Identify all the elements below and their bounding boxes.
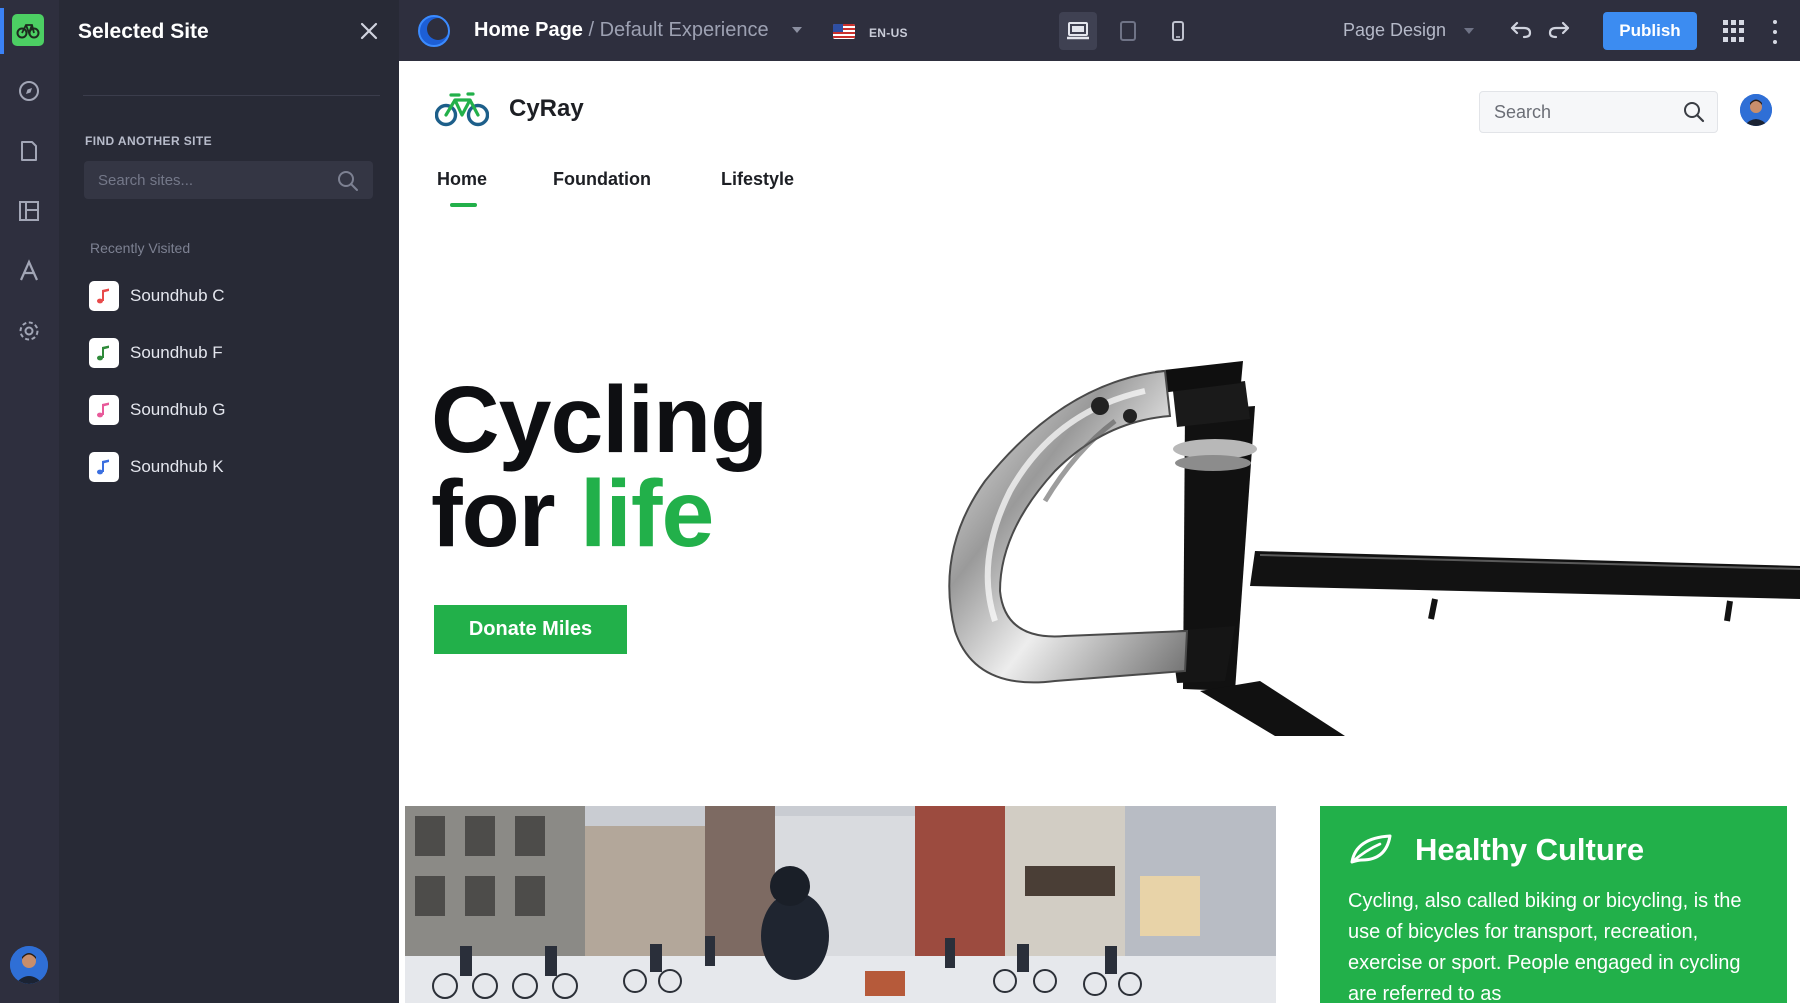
compass-icon[interactable] [14,76,44,106]
control-menu-toolbar: Home Page / Default Experience EN-US Pag… [399,0,1800,61]
close-icon[interactable] [355,17,383,45]
donate-miles-button[interactable]: Donate Miles [434,605,627,654]
nav-item-foundation[interactable]: Foundation [553,169,651,190]
site-item-soundhub-f[interactable]: Soundhub F [89,336,369,370]
site-selector-panel: Selected Site FIND ANOTHER SITE Recently… [59,0,399,1003]
user-avatar[interactable] [10,946,48,984]
page-title: Home Page [474,19,583,41]
active-nav-indicator [450,203,477,207]
site-item-label: Soundhub F [130,343,223,362]
site-item-soundhub-c[interactable]: Soundhub C [89,279,369,313]
street-cyclists-photo [405,806,1276,1003]
apps-grid-icon[interactable] [1723,20,1745,42]
site-item-label: Soundhub K [130,457,224,476]
card-title: Healthy Culture [1415,832,1645,867]
site-brand[interactable]: CyRay [435,89,584,129]
chevron-down-icon[interactable] [1464,28,1474,34]
site-user-avatar[interactable] [1740,94,1772,126]
desktop-preview-button[interactable] [1059,12,1097,50]
tablet-icon [1120,21,1136,41]
desktop-icon [1067,22,1089,40]
experience-selector[interactable]: Default Experience [600,19,769,41]
site-search-box [84,161,373,199]
mobile-preview-button[interactable] [1159,12,1197,50]
site-item-soundhub-k[interactable]: Soundhub K [89,450,369,484]
typography-icon[interactable] [14,256,44,286]
app-logo-icon[interactable] [417,14,451,48]
us-flag-icon[interactable] [833,24,855,39]
site-search-input[interactable] [84,161,324,199]
recently-visited-label: Recently Visited [90,240,191,256]
search-icon[interactable] [1683,101,1705,123]
search-icon[interactable] [337,170,359,192]
undo-icon[interactable] [1507,16,1535,44]
breadcrumb-separator: / [582,19,600,41]
music-note-icon [89,338,119,368]
brand-name: CyRay [509,95,584,122]
page-icon[interactable] [14,136,44,166]
hero-line-1: Cycling [431,367,768,473]
breadcrumb[interactable]: Home Page / Default Experience [474,19,769,42]
publish-button[interactable]: Publish [1603,12,1697,50]
site-search-input[interactable] [1480,92,1670,132]
site-item-soundhub-g[interactable]: Soundhub G [89,393,369,427]
panel-title: Selected Site [78,20,209,43]
site-item-label: Soundhub C [130,286,225,305]
chevron-down-icon[interactable] [792,27,802,33]
bicycle-icon [16,24,40,39]
site-logo-button[interactable] [12,14,44,46]
tablet-preview-button[interactable] [1109,12,1147,50]
redo-icon[interactable] [1545,16,1573,44]
more-options-icon[interactable] [1771,20,1779,44]
site-search-box [1479,91,1718,133]
hero-heading: Cycling for life [431,367,768,562]
layout-icon[interactable] [14,196,44,226]
music-note-icon [89,281,119,311]
music-note-icon [89,395,119,425]
site-item-label: Soundhub G [130,400,226,419]
language-selector[interactable]: EN-US [869,26,908,40]
page-design-selector[interactable]: Page Design [1343,20,1446,41]
hero-highlight: life [580,461,714,567]
mobile-icon [1172,21,1184,41]
hero-line-2: for life [431,467,767,562]
find-site-label: FIND ANOTHER SITE [85,134,213,148]
hero-line-2-text: for [431,461,581,567]
nav-item-lifestyle[interactable]: Lifestyle [721,169,794,190]
product-menu-rail [0,0,59,1003]
leaf-icon [1350,834,1392,864]
active-indicator [0,8,4,54]
bicycle-logo-icon [435,92,489,127]
hero-bicycle-image [948,361,1800,736]
card-body: Cycling, also called biking or bicycling… [1348,890,1742,1003]
page-editor-canvas: CyRay Home Foundation Lifestyle Cycling … [399,61,1800,1003]
settings-icon[interactable] [14,316,44,346]
nav-item-home[interactable]: Home [437,169,487,190]
app-window: Selected Site FIND ANOTHER SITE Recently… [0,0,1800,1003]
healthy-culture-card: Healthy Culture Cycling, also called bik… [1320,806,1787,1003]
music-note-icon [89,452,119,482]
divider [83,95,380,96]
